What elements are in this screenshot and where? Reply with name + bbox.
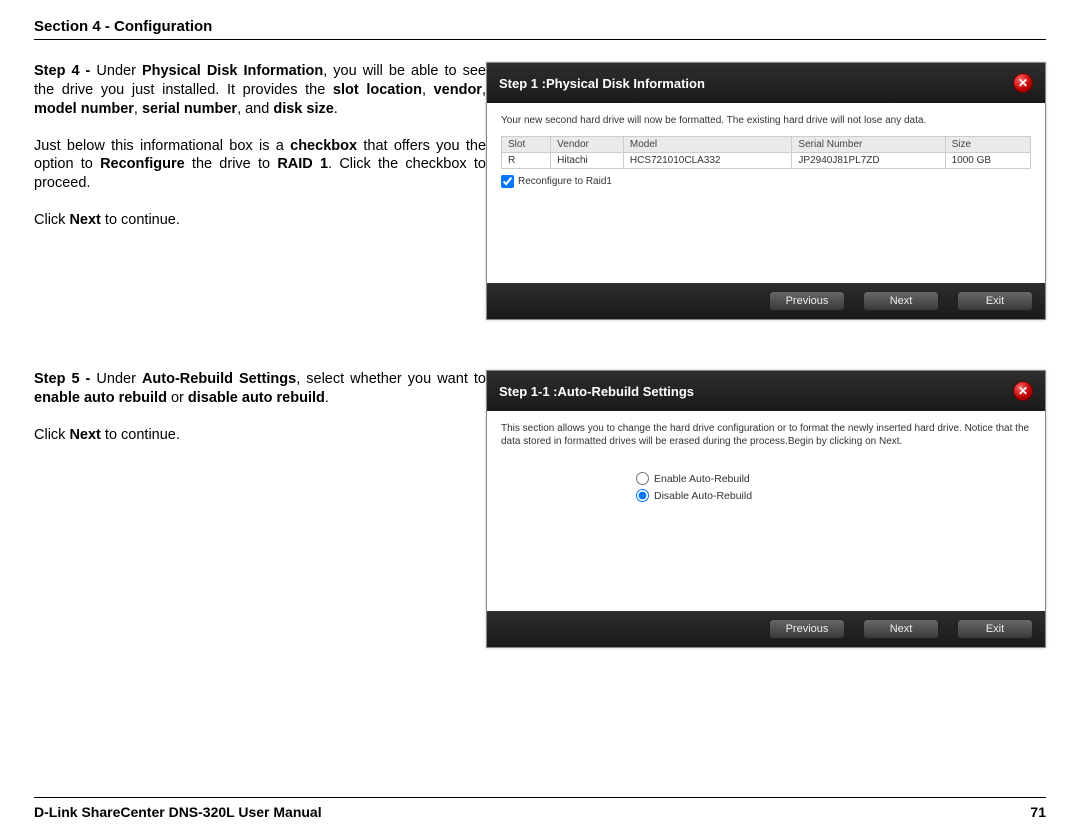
disable-label: Disable Auto-Rebuild: [654, 490, 752, 502]
t: Just below this informational box is a: [34, 138, 290, 154]
dialog2-footer: Previous Next Exit: [487, 611, 1045, 647]
t: Under: [96, 63, 142, 79]
t: Click: [34, 212, 69, 228]
t: checkbox: [290, 138, 357, 154]
exit-button[interactable]: Exit: [957, 619, 1033, 639]
step4-p3: Click Next to continue.: [34, 211, 486, 230]
t: Reconfigure: [100, 156, 185, 172]
t: Physical Disk Information: [142, 63, 323, 79]
enable-label: Enable Auto-Rebuild: [654, 473, 750, 485]
step4-row: Step 4 - Under Physical Disk Information…: [34, 62, 1046, 320]
step4-label: Step 4 -: [34, 63, 96, 79]
t: Auto-Rebuild Settings: [142, 371, 296, 387]
td-serial: JP2940J81PL7ZD: [792, 152, 945, 168]
step5-p1: Step 5 - Under Auto-Rebuild Settings, se…: [34, 370, 486, 408]
dialog1-title: Step 1 :Physical Disk Information: [499, 76, 705, 91]
t: to continue.: [101, 427, 180, 443]
table-row: R Hitachi HCS721010CLA332 JP2940J81PL7ZD…: [502, 152, 1031, 168]
step4-p1: Step 4 - Under Physical Disk Information…: [34, 62, 486, 119]
t: to continue.: [101, 212, 180, 228]
reconfigure-checkbox[interactable]: [501, 175, 514, 188]
dialog2-header: Step 1-1 :Auto-Rebuild Settings ✕: [487, 371, 1045, 411]
exit-button[interactable]: Exit: [957, 291, 1033, 311]
disk-table: Slot Vendor Model Serial Number Size R H…: [501, 136, 1031, 169]
step5-text: Step 5 - Under Auto-Rebuild Settings, se…: [34, 370, 486, 648]
t: slot location: [333, 82, 422, 98]
dialog1-footer: Previous Next Exit: [487, 283, 1045, 319]
t: model number: [34, 101, 134, 117]
close-icon[interactable]: ✕: [1013, 73, 1033, 93]
step5-row: Step 5 - Under Auto-Rebuild Settings, se…: [34, 370, 1046, 648]
th-size: Size: [945, 136, 1030, 152]
step4-image: Step 1 :Physical Disk Information ✕ Your…: [486, 62, 1046, 320]
disable-radio[interactable]: [636, 489, 649, 502]
td-model: HCS721010CLA332: [623, 152, 792, 168]
step5-label: Step 5 -: [34, 371, 96, 387]
reconfigure-label: Reconfigure to Raid1: [518, 176, 612, 187]
t: Under: [96, 371, 142, 387]
th-vendor: Vendor: [551, 136, 624, 152]
radio-group: Enable Auto-Rebuild Disable Auto-Rebuild: [636, 472, 896, 502]
footer-manual: D-Link ShareCenter DNS-320L User Manual: [34, 804, 322, 820]
t: or: [167, 390, 188, 406]
t: the drive to: [185, 156, 278, 172]
section-header: Section 4 - Configuration: [34, 18, 1046, 40]
step5-p2: Click Next to continue.: [34, 426, 486, 445]
dialog-auto-rebuild: Step 1-1 :Auto-Rebuild Settings ✕ This s…: [486, 370, 1046, 648]
footer-page: 71: [1030, 804, 1046, 820]
step4-text: Step 4 - Under Physical Disk Information…: [34, 62, 486, 320]
previous-button[interactable]: Previous: [769, 619, 845, 639]
enable-radio-row[interactable]: Enable Auto-Rebuild: [636, 472, 896, 485]
table-header-row: Slot Vendor Model Serial Number Size: [502, 136, 1031, 152]
td-slot: R: [502, 152, 551, 168]
t: serial number: [142, 101, 237, 117]
step5-image: Step 1-1 :Auto-Rebuild Settings ✕ This s…: [486, 370, 1046, 648]
dialog1-header: Step 1 :Physical Disk Information ✕: [487, 63, 1045, 103]
t: vendor: [434, 82, 482, 98]
td-size: 1000 GB: [945, 152, 1030, 168]
td-vendor: Hitachi: [551, 152, 624, 168]
t: Next: [69, 427, 100, 443]
previous-button[interactable]: Previous: [769, 291, 845, 311]
page-footer: D-Link ShareCenter DNS-320L User Manual …: [34, 797, 1046, 820]
next-button[interactable]: Next: [863, 619, 939, 639]
t: , and: [237, 101, 273, 117]
t: RAID 1: [277, 156, 328, 172]
t: disk size: [273, 101, 333, 117]
dialog1-desc: Your new second hard drive will now be f…: [501, 115, 1031, 128]
enable-radio[interactable]: [636, 472, 649, 485]
th-serial: Serial Number: [792, 136, 945, 152]
reconfigure-checkbox-row: Reconfigure to Raid1: [501, 175, 1031, 188]
t: , select whether you want to: [296, 371, 486, 387]
next-button[interactable]: Next: [863, 291, 939, 311]
dialog2-body: This section allows you to change the ha…: [487, 411, 1045, 611]
t: Next: [69, 212, 100, 228]
step4-p2: Just below this informational box is a c…: [34, 137, 486, 194]
disable-radio-row[interactable]: Disable Auto-Rebuild: [636, 489, 896, 502]
th-model: Model: [623, 136, 792, 152]
dialog2-title: Step 1-1 :Auto-Rebuild Settings: [499, 384, 694, 399]
t: Click: [34, 427, 69, 443]
close-icon[interactable]: ✕: [1013, 381, 1033, 401]
dialog-physical-disk: Step 1 :Physical Disk Information ✕ Your…: [486, 62, 1046, 320]
t: disable auto rebuild: [188, 390, 325, 406]
t: enable auto rebuild: [34, 390, 167, 406]
dialog2-desc: This section allows you to change the ha…: [501, 423, 1031, 448]
dialog1-body: Your new second hard drive will now be f…: [487, 103, 1045, 283]
th-slot: Slot: [502, 136, 551, 152]
